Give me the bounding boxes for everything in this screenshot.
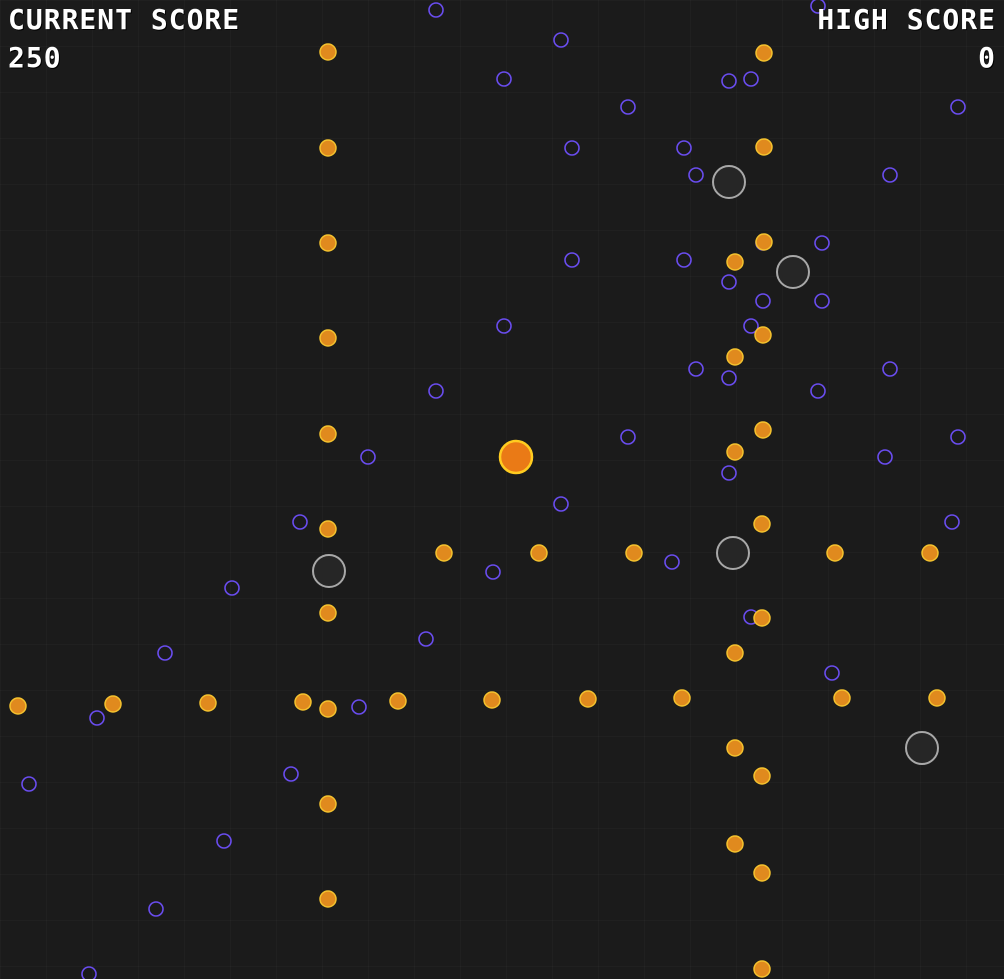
orange-coin-icon (726, 253, 744, 271)
grey-boulder-icon (905, 731, 939, 765)
purple-ring-icon (721, 370, 737, 386)
playfield[interactable] (0, 0, 1004, 979)
orange-coin-icon (9, 697, 27, 715)
orange-coin-icon (319, 234, 337, 252)
orange-coin-icon (753, 515, 771, 533)
orange-coin-icon (294, 693, 312, 711)
purple-ring-icon (81, 966, 97, 979)
purple-ring-icon (553, 496, 569, 512)
purple-ring-icon (157, 645, 173, 661)
purple-ring-icon (664, 554, 680, 570)
purple-ring-icon (877, 449, 893, 465)
purple-ring-icon (882, 167, 898, 183)
purple-ring-icon (814, 293, 830, 309)
purple-ring-icon (743, 71, 759, 87)
orange-coin-icon (435, 544, 453, 562)
purple-ring-icon (564, 140, 580, 156)
purple-ring-icon (824, 665, 840, 681)
purple-ring-icon (944, 514, 960, 530)
purple-ring-icon (688, 167, 704, 183)
purple-ring-icon (721, 465, 737, 481)
orange-coin-icon (826, 544, 844, 562)
purple-ring-icon (21, 776, 37, 792)
orange-coin-icon (389, 692, 407, 710)
orange-coin-icon (319, 604, 337, 622)
grey-boulder-icon (776, 255, 810, 289)
orange-coin-icon (319, 139, 337, 157)
purple-ring-icon (351, 699, 367, 715)
purple-ring-icon (620, 429, 636, 445)
grey-boulder-icon (312, 554, 346, 588)
current-score-value: 250 (8, 41, 62, 74)
purple-ring-icon (810, 383, 826, 399)
purple-ring-icon (496, 71, 512, 87)
purple-ring-icon (950, 429, 966, 445)
grey-boulder-icon (716, 536, 750, 570)
orange-coin-icon (755, 233, 773, 251)
purple-ring-icon (755, 293, 771, 309)
high-score-value: 0 (978, 41, 996, 74)
purple-ring-icon (721, 274, 737, 290)
purple-ring-icon (553, 32, 569, 48)
orange-coin-icon (530, 544, 548, 562)
purple-ring-icon (89, 710, 105, 726)
orange-coin-icon (753, 609, 771, 627)
orange-coin-icon (625, 544, 643, 562)
purple-ring-icon (360, 449, 376, 465)
purple-ring-icon (224, 580, 240, 596)
purple-ring-icon (428, 2, 444, 18)
orange-coin-icon (754, 421, 772, 439)
orange-coin-icon (319, 425, 337, 443)
orange-coin-icon (753, 960, 771, 978)
grey-boulder-icon (712, 165, 746, 199)
orange-coin-icon (928, 689, 946, 707)
purple-ring-icon (418, 631, 434, 647)
purple-ring-icon (428, 383, 444, 399)
orange-coin-icon (319, 795, 337, 813)
orange-coin-icon (319, 700, 337, 718)
orange-coin-icon (199, 694, 217, 712)
orange-coin-icon (755, 138, 773, 156)
purple-ring-icon (721, 73, 737, 89)
orange-coin-icon (755, 44, 773, 62)
orange-coin-icon (319, 520, 337, 538)
orange-coin-icon (319, 329, 337, 347)
orange-coin-icon (726, 644, 744, 662)
high-score-label: HIGH SCORE (817, 3, 996, 36)
purple-ring-icon (496, 318, 512, 334)
orange-coin-icon (319, 43, 337, 61)
purple-ring-icon (216, 833, 232, 849)
purple-ring-icon (676, 140, 692, 156)
purple-ring-icon (688, 361, 704, 377)
orange-coin-icon (726, 835, 744, 853)
purple-ring-icon (283, 766, 299, 782)
game-canvas[interactable]: CURRENT SCORE 250 HIGH SCORE 0 (0, 0, 1004, 979)
purple-ring-icon (814, 235, 830, 251)
player-orb-icon (498, 439, 534, 475)
orange-coin-icon (319, 890, 337, 908)
orange-coin-icon (726, 739, 744, 757)
purple-ring-icon (148, 901, 164, 917)
orange-coin-icon (833, 689, 851, 707)
orange-coin-icon (579, 690, 597, 708)
orange-coin-icon (726, 348, 744, 366)
current-score-label: CURRENT SCORE (8, 3, 241, 36)
purple-ring-icon (950, 99, 966, 115)
orange-coin-icon (921, 544, 939, 562)
purple-ring-icon (485, 564, 501, 580)
orange-coin-icon (673, 689, 691, 707)
purple-ring-icon (292, 514, 308, 530)
orange-coin-icon (726, 443, 744, 461)
purple-ring-icon (564, 252, 580, 268)
purple-ring-icon (676, 252, 692, 268)
orange-coin-icon (754, 326, 772, 344)
orange-coin-icon (104, 695, 122, 713)
purple-ring-icon (620, 99, 636, 115)
orange-coin-icon (483, 691, 501, 709)
orange-coin-icon (753, 864, 771, 882)
orange-coin-icon (753, 767, 771, 785)
purple-ring-icon (882, 361, 898, 377)
